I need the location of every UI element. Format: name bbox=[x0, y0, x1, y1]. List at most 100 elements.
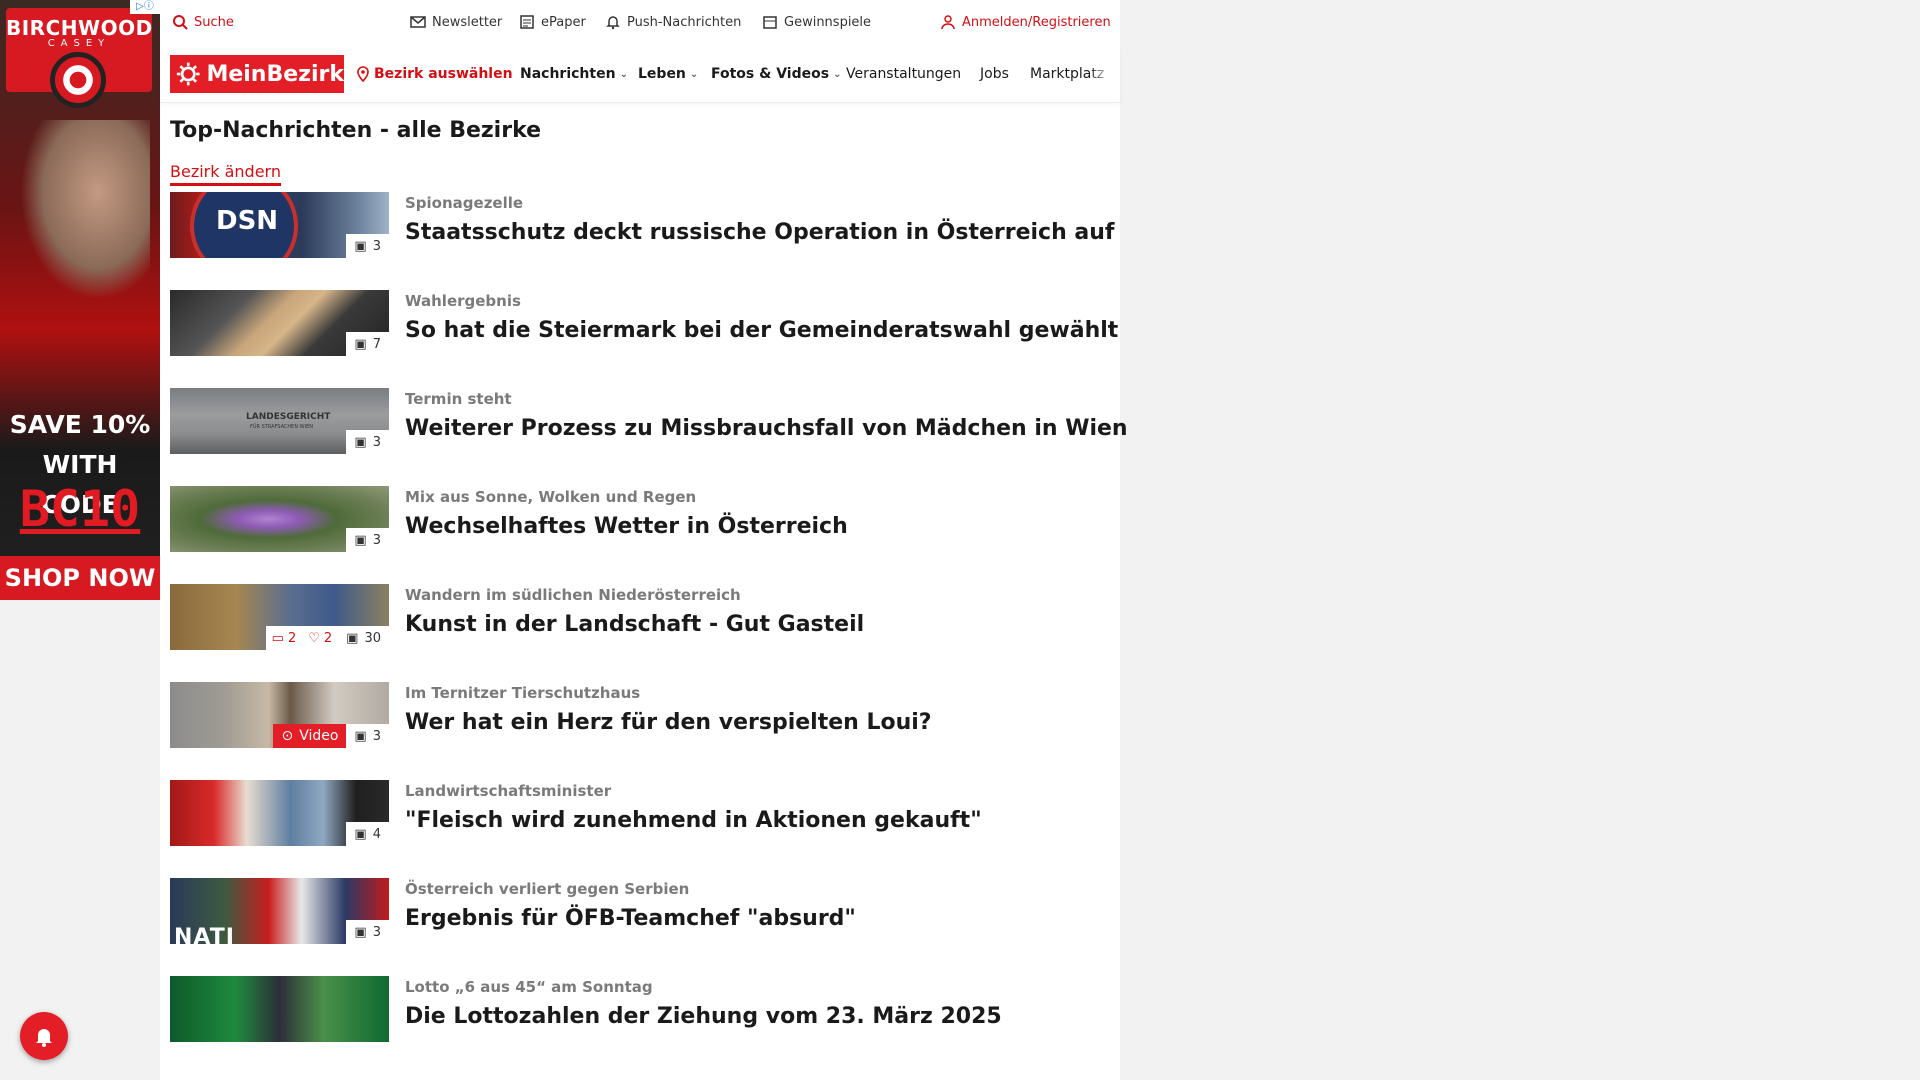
photo-count-badge: ▣ 3 bbox=[346, 920, 389, 944]
article-item[interactable]: ⊙ Video ▣ 3 Im Ternitzer Tierschutzhaus We… bbox=[170, 682, 1110, 780]
nav-marketplace[interactable]: Marktplatz bbox=[1030, 66, 1114, 82]
article-item[interactable]: DSN ▣ 3 Spionagezelle Staatsschutz deckt … bbox=[170, 192, 1115, 290]
logo-text: MeinBezirk bbox=[206, 61, 344, 87]
image-icon: ▣ bbox=[354, 924, 367, 940]
page-title: Top-Nachrichten - alle Bezirke bbox=[170, 118, 542, 143]
photo-count: 7 bbox=[372, 336, 381, 352]
nav-marketplace-label: Marktplatz bbox=[1030, 66, 1105, 82]
search-label: Suche bbox=[194, 14, 234, 30]
article-thumbnail[interactable] bbox=[170, 976, 389, 1042]
nav-events[interactable]: Veranstaltungen bbox=[846, 66, 961, 82]
article-list: DSN ▣ 3 Spionagezelle Staatsschutz deckt … bbox=[170, 192, 1128, 1074]
article-headline[interactable]: Die Lottozahlen der Ziehung vom 23. März… bbox=[405, 1004, 1002, 1029]
nav-life-label: Leben bbox=[638, 66, 686, 82]
mail-icon bbox=[410, 16, 426, 28]
comment-count-badge: ▭ 2 bbox=[265, 626, 303, 650]
image-icon: ▣ bbox=[354, 728, 367, 744]
site-logo[interactable]: MeinBezirk bbox=[170, 55, 344, 93]
article-thumbnail[interactable]: NATI ▣ 3 bbox=[170, 878, 389, 944]
push-notification-button[interactable] bbox=[20, 1012, 68, 1060]
nav-news-label: Nachrichten bbox=[520, 66, 616, 82]
push-label: Push-Nachrichten bbox=[627, 14, 742, 30]
newspaper-icon bbox=[520, 15, 534, 29]
push-link[interactable]: Push-Nachrichten bbox=[605, 14, 741, 30]
logo-sun-icon bbox=[176, 62, 200, 86]
photo-count-badge: ▣ 4 bbox=[346, 822, 389, 846]
nav-photos-videos[interactable]: Fotos & Videos ⌄ bbox=[711, 66, 841, 82]
article-item[interactable]: ▣ 7 Wahlergebnis So hat die Steiermark be… bbox=[170, 290, 1118, 388]
main-nav: MeinBezirk Bezirk auswählen Nachrichten ⌄… bbox=[160, 46, 1120, 103]
article-item[interactable]: ▭ 2 ♡ 2 ▣ 30 Wandern im südlichen Niederöst… bbox=[170, 584, 1110, 682]
article-headline[interactable]: So hat die Steiermark bei der Gemeindera… bbox=[405, 318, 1118, 343]
article-kicker: Termin steht bbox=[405, 390, 512, 408]
article-headline[interactable]: Staatsschutz deckt russische Operation i… bbox=[405, 220, 1115, 245]
article-item[interactable]: ▣ 4 Landwirtschaftsminister "Fleisch wird… bbox=[170, 780, 1110, 878]
article-headline[interactable]: Ergebnis für ÖFB-Teamchef "absurd" bbox=[405, 906, 856, 931]
thumb-badges: ▣ 3 bbox=[346, 528, 389, 552]
thumb-badges: ⊙ Video ▣ 3 bbox=[273, 724, 389, 748]
photo-count: 4 bbox=[372, 826, 381, 842]
chevron-down-icon: ⌄ bbox=[833, 68, 842, 80]
article-thumbnail[interactable]: ⊙ Video ▣ 3 bbox=[170, 682, 389, 748]
article-item[interactable]: Lotto „6 aus 45“ am Sonntag Die Lottozah… bbox=[170, 976, 1110, 1074]
chevron-down-icon: ⌄ bbox=[619, 68, 628, 80]
play-icon: ⊙ bbox=[281, 728, 294, 744]
image-icon: ▣ bbox=[354, 434, 367, 450]
image-icon: ▣ bbox=[354, 336, 367, 352]
article-headline[interactable]: "Fleisch wird zunehmend in Aktionen geka… bbox=[405, 808, 982, 833]
article-kicker: Wandern im südlichen Niederösterreich bbox=[405, 586, 741, 604]
nav-life[interactable]: Leben ⌄ bbox=[638, 66, 698, 82]
epaper-link[interactable]: ePaper bbox=[519, 14, 586, 30]
comment-icon: ▭ bbox=[271, 630, 284, 646]
nav-events-label: Veranstaltungen bbox=[846, 66, 962, 82]
article-item[interactable]: LANDESGERICHT FÜR STRAFSACHEN WIEN ▣ 3 Te… bbox=[170, 388, 1128, 486]
thumb-badges: ▣ 4 bbox=[346, 822, 389, 846]
article-thumbnail[interactable]: ▣ 3 bbox=[170, 486, 389, 552]
photo-count-badge: ▣ 30 bbox=[338, 626, 389, 650]
dsn-text: DSN bbox=[216, 206, 279, 236]
thumb-badges: ▭ 2 ♡ 2 ▣ 30 bbox=[265, 626, 389, 650]
ad-banner[interactable]: BIRCHWOOD CASEY ▷ⓘ SAVE 10% WITH CODE BC… bbox=[0, 0, 160, 600]
article-kicker: Lotto „6 aus 45“ am Sonntag bbox=[405, 978, 653, 996]
article-headline[interactable]: Weiterer Prozess zu Missbrauchsfall von … bbox=[405, 416, 1128, 441]
login-link[interactable]: Anmelden/Registrieren bbox=[940, 14, 1111, 30]
user-icon bbox=[941, 15, 955, 30]
ad-choices-icon[interactable]: ▷ⓘ bbox=[130, 0, 160, 14]
court-text: LANDESGERICHT bbox=[246, 412, 331, 422]
image-icon: ▣ bbox=[354, 238, 367, 254]
article-thumbnail[interactable]: ▣ 4 bbox=[170, 780, 389, 846]
chevron-down-icon: ⌄ bbox=[689, 68, 699, 80]
contests-link[interactable]: Gewinnspiele bbox=[762, 14, 871, 30]
article-item[interactable]: NATI ▣ 3 Österreich verliert gegen Serbie… bbox=[170, 878, 1110, 976]
nav-jobs-label: Jobs bbox=[980, 66, 1009, 82]
thumb-badges: ▣ 3 bbox=[346, 234, 389, 258]
article-kicker: Österreich verliert gegen Serbien bbox=[405, 880, 690, 898]
photo-count-badge: ▣ 3 bbox=[346, 234, 389, 258]
photo-count-badge: ▣ 7 bbox=[346, 332, 389, 356]
district-selector[interactable]: Bezirk auswählen bbox=[356, 66, 513, 82]
like-count: 2 bbox=[323, 630, 333, 646]
location-pin-icon bbox=[357, 66, 369, 82]
bell-icon bbox=[36, 1029, 52, 1047]
photo-count: 3 bbox=[372, 434, 381, 450]
nav-jobs[interactable]: Jobs bbox=[980, 66, 1009, 82]
photo-count: 3 bbox=[372, 238, 381, 254]
search-link[interactable]: Suche bbox=[172, 14, 234, 30]
ad-shop-button[interactable]: SHOP NOW bbox=[0, 556, 160, 600]
article-kicker: Wahlergebnis bbox=[405, 292, 521, 310]
article-item[interactable]: ▣ 3 Mix aus Sonne, Wolken und Regen Wechs… bbox=[170, 486, 1110, 584]
newsletter-link[interactable]: Newsletter bbox=[410, 14, 502, 30]
change-district-link[interactable]: Bezirk ändern bbox=[170, 162, 281, 186]
article-headline[interactable]: Wer hat ein Herz für den verspielten Lou… bbox=[405, 710, 932, 735]
article-thumbnail[interactable]: ▭ 2 ♡ 2 ▣ 30 bbox=[170, 584, 389, 650]
photo-count-badge: ▣ 3 bbox=[346, 724, 389, 748]
login-label: Anmelden/Registrieren bbox=[962, 14, 1111, 30]
comment-count: 2 bbox=[287, 630, 297, 646]
article-thumbnail[interactable]: DSN ▣ 3 bbox=[170, 192, 389, 258]
article-thumbnail[interactable]: LANDESGERICHT FÜR STRAFSACHEN WIEN ▣ 3 bbox=[170, 388, 389, 454]
nav-news[interactable]: Nachrichten ⌄ bbox=[520, 66, 628, 82]
article-headline[interactable]: Wechselhaftes Wetter in Österreich bbox=[405, 514, 848, 539]
article-headline[interactable]: Kunst in der Landschaft - Gut Gasteil bbox=[405, 612, 864, 637]
video-label: Video bbox=[299, 728, 339, 744]
article-thumbnail[interactable]: ▣ 7 bbox=[170, 290, 389, 356]
